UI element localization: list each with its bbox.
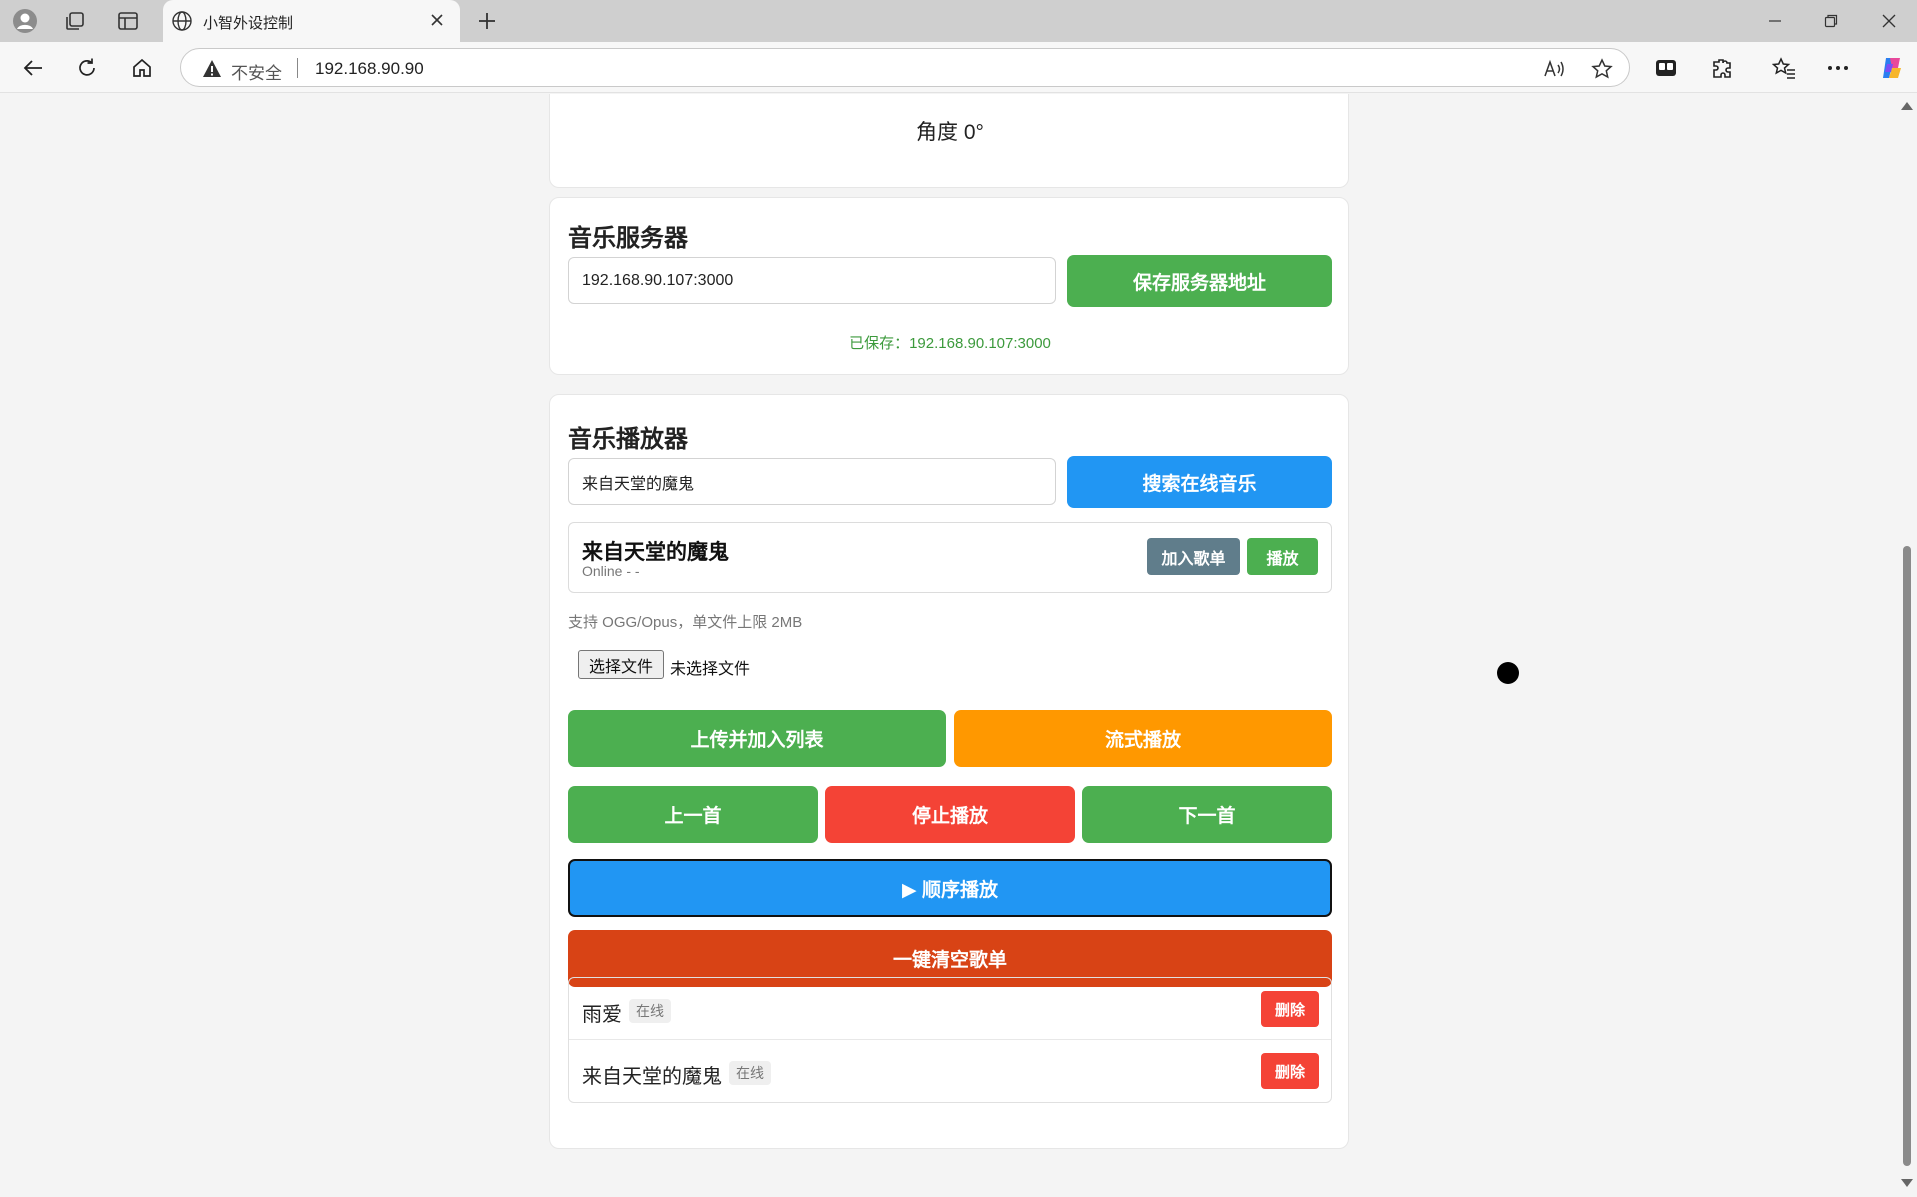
add-to-playlist-button[interactable]: 加入歌单: [1147, 538, 1240, 575]
scroll-up-arrow-icon[interactable]: [1901, 102, 1913, 110]
page-scrollbar[interactable]: [1897, 94, 1917, 1197]
result-title: 来自天堂的魔鬼: [582, 541, 729, 564]
new-tab-icon[interactable]: [472, 7, 502, 35]
angle-card: 角度 0°: [549, 94, 1349, 188]
result-subtitle: Online - -: [582, 563, 640, 579]
playlist-item: 来自天堂的魔鬼 在线 删除: [569, 1040, 1331, 1102]
playlist-item-tag: 在线: [729, 1061, 771, 1085]
restore-icon[interactable]: [1811, 6, 1851, 36]
scroll-down-arrow-icon[interactable]: [1901, 1179, 1913, 1187]
address-divider: [297, 58, 298, 78]
extensions-icon[interactable]: [1706, 52, 1738, 84]
back-icon[interactable]: [17, 52, 49, 84]
home-icon[interactable]: [126, 52, 158, 84]
browser-toolbar: 不安全 192.168.90.90: [0, 42, 1917, 93]
playlist-item-name: 雨爱: [582, 1004, 622, 1026]
playlist: 雨爱 在线 删除 来自天堂的魔鬼 在线 删除: [568, 977, 1332, 1103]
search-result-row: 来自天堂的魔鬼 Online - - 加入歌单 播放: [568, 522, 1332, 593]
favorite-star-icon[interactable]: [1589, 56, 1615, 82]
previous-track-button[interactable]: 上一首: [568, 786, 818, 843]
scroll-thumb[interactable]: [1903, 546, 1911, 1166]
play-result-button[interactable]: 播放: [1247, 538, 1318, 575]
stop-playback-button[interactable]: 停止播放: [825, 786, 1075, 843]
music-player-card: 音乐播放器 搜索在线音乐 来自天堂的魔鬼 Online - - 加入歌单 播放 …: [549, 394, 1349, 1149]
music-search-input[interactable]: [568, 458, 1056, 505]
upload-add-button[interactable]: 上传并加入列表: [568, 710, 946, 767]
more-options-icon[interactable]: [1822, 52, 1854, 84]
delete-item-button[interactable]: 删除: [1261, 1053, 1319, 1089]
stream-play-button[interactable]: 流式播放: [954, 710, 1332, 767]
not-secure-label[interactable]: 不安全: [231, 59, 282, 84]
save-server-button[interactable]: 保存服务器地址: [1067, 255, 1332, 307]
angle-readout: 角度 0°: [916, 121, 984, 144]
tab-actions-icon[interactable]: [114, 7, 142, 35]
choose-file-button[interactable]: 选择文件: [578, 650, 664, 679]
close-window-icon[interactable]: [1869, 6, 1909, 36]
globe-icon: [171, 10, 193, 37]
browser-tab-active[interactable]: 小智外设控制: [163, 0, 460, 42]
read-aloud-icon[interactable]: [1541, 56, 1567, 82]
playlist-item-name: 来自天堂的魔鬼: [582, 1066, 722, 1088]
search-online-music-button[interactable]: 搜索在线音乐: [1067, 456, 1332, 508]
tab-bar: 小智外设控制: [0, 0, 1917, 42]
profile-icon[interactable]: [11, 7, 39, 35]
server-address-input[interactable]: [568, 257, 1056, 304]
split-screen-icon[interactable]: [1650, 52, 1682, 84]
collections-icon[interactable]: [61, 7, 89, 35]
page-viewport: 角度 0° 音乐服务器 保存服务器地址 已保存：192.168.90.107:3…: [0, 94, 1897, 1197]
favorites-icon[interactable]: [1768, 52, 1800, 84]
music-player-title: 音乐播放器: [568, 426, 688, 453]
no-file-label: 未选择文件: [670, 661, 751, 678]
copilot-icon[interactable]: [1876, 52, 1908, 84]
playlist-item: 雨爱 在线 删除: [569, 978, 1331, 1040]
next-track-button[interactable]: 下一首: [1082, 786, 1332, 843]
reload-icon[interactable]: [71, 52, 103, 84]
music-server-card: 音乐服务器 保存服务器地址 已保存：192.168.90.107:3000: [549, 197, 1349, 375]
playlist-item-tag: 在线: [629, 999, 671, 1023]
sequential-play-button[interactable]: ▶ 顺序播放: [568, 859, 1332, 917]
minimize-icon[interactable]: [1755, 6, 1795, 36]
saved-status-text: 已保存：192.168.90.107:3000: [849, 335, 1051, 352]
mouse-cursor-dot: [1497, 662, 1519, 684]
delete-item-button[interactable]: 删除: [1261, 991, 1319, 1027]
address-bar[interactable]: 不安全 192.168.90.90: [180, 48, 1630, 87]
tab-title: 小智外设控制: [203, 15, 294, 32]
music-server-title: 音乐服务器: [568, 225, 688, 252]
warning-icon[interactable]: [202, 59, 222, 83]
upload-hint: 支持 OGG/Opus，单文件上限 2MB: [568, 614, 803, 631]
url-text[interactable]: 192.168.90.90: [315, 59, 424, 79]
close-tab-icon[interactable]: [426, 9, 448, 31]
